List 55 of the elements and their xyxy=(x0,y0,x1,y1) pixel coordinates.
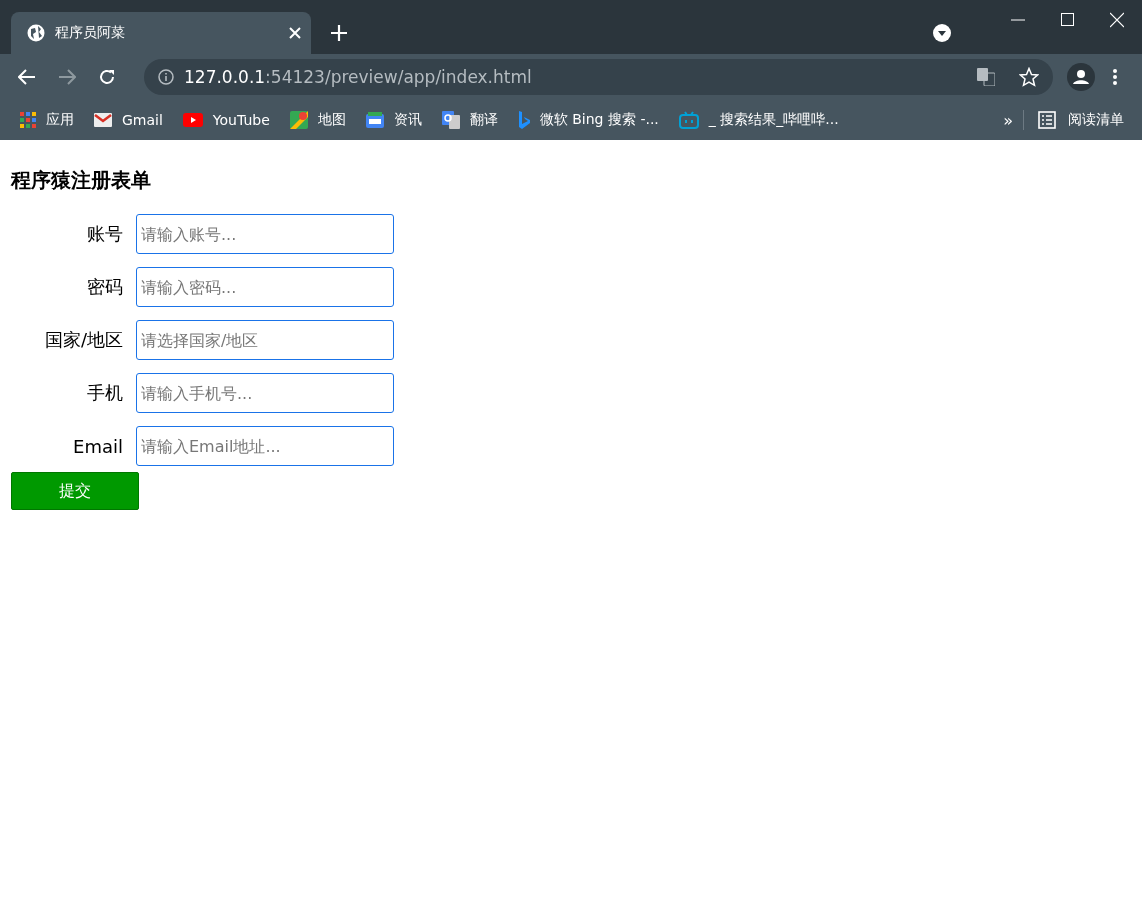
info-icon[interactable] xyxy=(158,69,174,85)
bookmark-label: 地图 xyxy=(317,111,346,129)
forward-arrow-icon[interactable] xyxy=(58,69,76,85)
tab-title: 程序员阿菜 xyxy=(55,24,126,42)
url-path: :54123/preview/app/index.html xyxy=(265,67,532,87)
newspaper-icon xyxy=(365,112,384,128)
more-menu-icon[interactable] xyxy=(1113,69,1117,85)
new-tab-icon[interactable] xyxy=(331,25,347,41)
form-title: 程序猿注册表单 xyxy=(11,167,152,194)
browser-tab[interactable]: 程序员阿菜 xyxy=(11,12,311,54)
bookmarks-overflow[interactable]: » xyxy=(1003,110,1013,130)
bookmark[interactable]: 微软 Bing 搜索 -... xyxy=(517,111,659,129)
map-pin-icon xyxy=(289,111,308,129)
bookmark[interactable]: 翻译 xyxy=(441,111,498,129)
bookmark[interactable]: _ 搜索结果_哔哩哔... xyxy=(678,111,839,129)
bookmark[interactable]: 地图 xyxy=(289,111,346,129)
bookmark-label: 资讯 xyxy=(393,111,422,129)
globe-icon xyxy=(27,24,45,42)
bookmark-label: 微软 Bing 搜索 -... xyxy=(539,111,659,129)
close-icon[interactable] xyxy=(289,27,301,39)
bookmark[interactable]: YouTube xyxy=(182,112,270,128)
tv-icon xyxy=(678,111,699,129)
input-field[interactable]: 请选择国家/地区 xyxy=(136,320,394,360)
bookmark-label: Gmail xyxy=(122,112,163,128)
field-label: Email xyxy=(72,435,123,457)
bookmark-label: YouTube xyxy=(212,112,270,128)
submit-button[interactable]: 提交 xyxy=(11,472,139,510)
reading-list-button[interactable]: 阅读清单 xyxy=(1038,111,1124,129)
bookmark-label: 应用 xyxy=(46,111,74,129)
envelope-icon xyxy=(94,113,112,127)
field-label: 密码 xyxy=(86,275,123,299)
bookmark[interactable]: 资讯 xyxy=(365,111,422,129)
reload-icon[interactable] xyxy=(98,68,116,86)
bookmark[interactable]: 应用 xyxy=(20,111,74,129)
apps-grid-icon xyxy=(20,112,36,128)
bookmark[interactable]: Gmail xyxy=(94,112,163,128)
play-icon xyxy=(182,113,203,127)
b-logo-icon xyxy=(517,111,530,129)
field-label: 国家/地区 xyxy=(43,328,123,352)
input-field[interactable]: 请输入账号... xyxy=(136,214,394,254)
address-bar[interactable]: 127.0.0.1:54123/preview/app/index.html xyxy=(144,59,1053,95)
profile-avatar-icon[interactable] xyxy=(1067,63,1095,91)
input-field[interactable]: 请输入手机号... xyxy=(136,373,394,413)
field-label: 账号 xyxy=(86,222,123,246)
reading-list-label: 阅读清单 xyxy=(1068,111,1124,129)
field-label: 手机 xyxy=(86,381,123,405)
bookmark-label: _ 搜索结果_哔哩哔... xyxy=(708,111,839,129)
tab-search-icon[interactable] xyxy=(933,24,951,42)
star-icon[interactable] xyxy=(1019,67,1039,87)
list-icon xyxy=(1038,111,1056,129)
bookmark-label: 翻译 xyxy=(469,111,498,129)
url-host: 127.0.0.1 xyxy=(184,67,266,87)
input-field[interactable]: 请输入Email地址... xyxy=(136,426,394,466)
input-field[interactable]: 请输入密码... xyxy=(136,267,394,307)
back-arrow-icon[interactable] xyxy=(18,69,36,85)
